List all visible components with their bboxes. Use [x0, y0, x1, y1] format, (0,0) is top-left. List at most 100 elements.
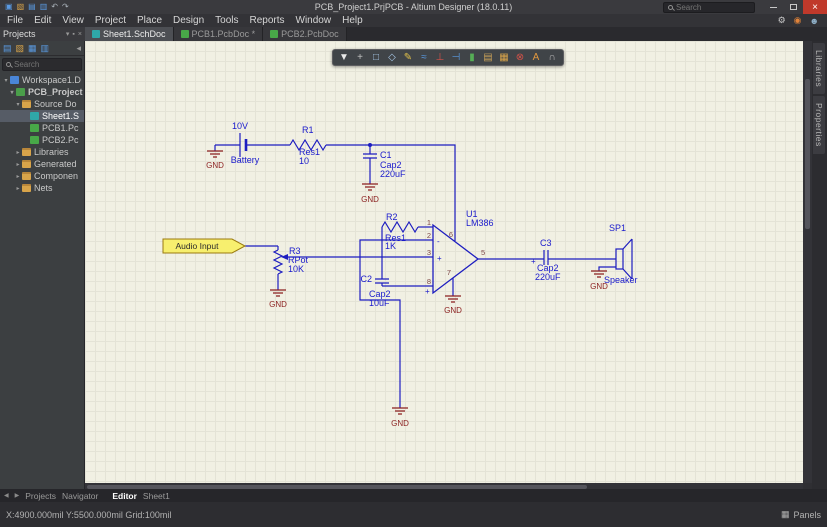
place-probe-icon[interactable]: ⊥ — [432, 50, 448, 65]
svg-text:220uF: 220uF — [380, 169, 406, 179]
filter-tool-icon[interactable]: ▼ — [336, 50, 352, 65]
menu-reports[interactable]: Reports — [250, 15, 285, 26]
notification-icon[interactable]: ◉ — [794, 15, 802, 26]
svg-text:+: + — [531, 257, 536, 266]
place-sheet-icon[interactable]: ▤ — [480, 50, 496, 65]
undo-icon[interactable]: ↶ — [51, 0, 58, 14]
gnd-labels: GND GND GND GND GND GND — [206, 161, 608, 428]
place-sheet-entry-icon[interactable]: ▦ — [496, 50, 512, 65]
tree-item-nets[interactable]: ▸ Nets — [0, 182, 84, 194]
svg-text:+: + — [437, 254, 442, 263]
move-tool-icon[interactable]: + — [352, 50, 368, 65]
svg-text:220uF: 220uF — [535, 272, 561, 282]
place-text-icon[interactable]: A — [528, 50, 544, 65]
active-bar-toolbar: ▼ + □ ◇ ✎ ≈ ⊥ ⊣ ▮ ▤ ▦ ⊗ A ∩ — [332, 49, 564, 66]
tree-item-generated[interactable]: ▸ Generated — [0, 158, 84, 170]
tree-item-sheet1[interactable]: Sheet1.S — [0, 110, 84, 122]
project-icon — [16, 88, 25, 96]
menu-project[interactable]: Project — [95, 15, 126, 26]
save-all-icon[interactable]: ▤ — [3, 43, 12, 54]
tree-item-workspace[interactable]: ▾ Workspace1.D — [0, 74, 84, 86]
menu-place[interactable]: Place — [137, 15, 162, 26]
tab-properties[interactable]: Properties — [813, 96, 825, 154]
place-arc-icon[interactable]: ∩ — [544, 50, 560, 65]
gnd-symbols[interactable] — [207, 150, 607, 415]
menu-file[interactable]: File — [7, 15, 23, 26]
place-pencil-icon[interactable]: ✎ — [400, 50, 416, 65]
resistor-r2[interactable] — [381, 220, 419, 234]
scroll-left-icon[interactable]: ◂ — [76, 43, 81, 54]
projects-search-box[interactable] — [2, 58, 82, 71]
svg-text:7: 7 — [447, 268, 451, 277]
scroll-tabs-right-icon[interactable]: ▶ — [15, 492, 20, 499]
search-icon — [668, 4, 673, 10]
tree-item-components[interactable]: ▸ Componen — [0, 170, 84, 182]
open-project-icon[interactable]: ▧ — [16, 43, 25, 54]
place-part-icon[interactable]: ▮ — [464, 50, 480, 65]
bottom-tab-sheet1[interactable]: Sheet1 — [143, 491, 170, 501]
pin-icon[interactable]: ▪ — [72, 31, 74, 38]
minimize-button[interactable] — [763, 0, 783, 14]
close-button[interactable]: × — [803, 0, 827, 14]
status-bar: X:4900.000mil Y:5500.000mil Grid:100mil … — [0, 502, 827, 527]
tree-item-pcb-project[interactable]: ▾ PCB_Project — [0, 86, 84, 98]
minimize-icon — [769, 6, 777, 8]
capacitor-c1[interactable] — [363, 153, 377, 159]
scroll-tabs-left-icon[interactable]: ◀ — [4, 492, 9, 499]
tab-label: Sheet1.SchDoc — [103, 29, 166, 39]
port-audio-input[interactable]: Audio Input — [162, 238, 247, 254]
tab-sheet1-schdoc[interactable]: Sheet1.SchDoc — [85, 27, 174, 41]
menu-window[interactable]: Window — [296, 15, 332, 26]
tab-libraries[interactable]: Libraries — [813, 43, 825, 95]
menu-bar: File Edit View Project Place Design Tool… — [0, 14, 827, 27]
tree-item-pcb2[interactable]: PCB2.Pc — [0, 134, 84, 146]
bottom-tab-navigator[interactable]: Navigator — [62, 491, 98, 501]
compile-icon[interactable]: ▦ — [28, 43, 37, 54]
tab-pcb1-pcbdoc[interactable]: PCB1.PcbDoc * — [173, 27, 264, 41]
battery-bt1[interactable] — [239, 133, 248, 157]
tree-item-pcb1[interactable]: PCB1.Pc — [0, 122, 84, 134]
menu-edit[interactable]: Edit — [34, 15, 51, 26]
gear-icon[interactable]: ⚙ — [778, 15, 786, 26]
svg-text:5: 5 — [481, 248, 485, 257]
dropdown-icon[interactable]: ▾ — [66, 30, 70, 38]
bottom-tab-projects[interactable]: Projects — [25, 491, 56, 501]
save-icon[interactable]: ▤ — [28, 0, 36, 14]
place-noerc-icon[interactable]: ⊗ — [512, 50, 528, 65]
potentiometer-r3[interactable] — [272, 249, 288, 275]
open-folder-icon[interactable]: ▧ — [17, 0, 25, 14]
capacitor-c2[interactable] — [375, 278, 389, 284]
select-rect-icon[interactable]: □ — [368, 50, 384, 65]
vertical-scrollbar[interactable] — [803, 41, 812, 483]
print-icon[interactable]: ▥ — [40, 0, 48, 14]
bottom-tab-editor[interactable]: Editor — [112, 491, 137, 501]
global-search-input[interactable] — [676, 2, 746, 12]
redo-icon[interactable]: ↷ — [62, 0, 69, 14]
schematic-canvas[interactable]: ▼ + □ ◇ ✎ ≈ ⊥ ⊣ ▮ ▤ ▦ ⊗ A ∩ GND GND GND … — [85, 41, 803, 483]
folder-icon — [22, 160, 31, 168]
close-icon[interactable]: × — [78, 31, 82, 38]
speaker-sp1[interactable] — [615, 238, 633, 280]
svg-text:LM386: LM386 — [466, 218, 494, 228]
panels-button[interactable]: ▦ Panels — [781, 509, 821, 520]
vertical-scrollbar-thumb[interactable] — [805, 79, 810, 229]
menu-help[interactable]: Help — [342, 15, 363, 26]
tree-item-source-documents[interactable]: ▾ Source Do — [0, 98, 84, 110]
tree-item-libraries[interactable]: ▸ Libraries — [0, 146, 84, 158]
panel-settings-icon[interactable]: ▥ — [41, 43, 50, 54]
schematic-drawing[interactable]: GND GND GND GND GND GND Audio Input 10V … — [85, 41, 803, 483]
new-document-icon[interactable]: ▣ — [5, 0, 13, 14]
place-wire-icon[interactable]: ≈ — [416, 50, 432, 65]
projects-search-input[interactable] — [14, 60, 72, 69]
menu-tools[interactable]: Tools — [215, 15, 238, 26]
maximize-button[interactable] — [783, 0, 803, 14]
menu-view[interactable]: View — [62, 15, 84, 26]
tab-label: PCB1.PcbDoc * — [191, 29, 256, 39]
global-search-box[interactable] — [663, 1, 755, 13]
menu-design[interactable]: Design — [173, 15, 204, 26]
select-lasso-icon[interactable]: ◇ — [384, 50, 400, 65]
folder-icon — [22, 172, 31, 180]
place-bus-icon[interactable]: ⊣ — [448, 50, 464, 65]
user-icon[interactable]: ☻ — [810, 16, 819, 26]
tab-pcb2-pcbdoc[interactable]: PCB2.PcbDoc — [263, 27, 347, 41]
